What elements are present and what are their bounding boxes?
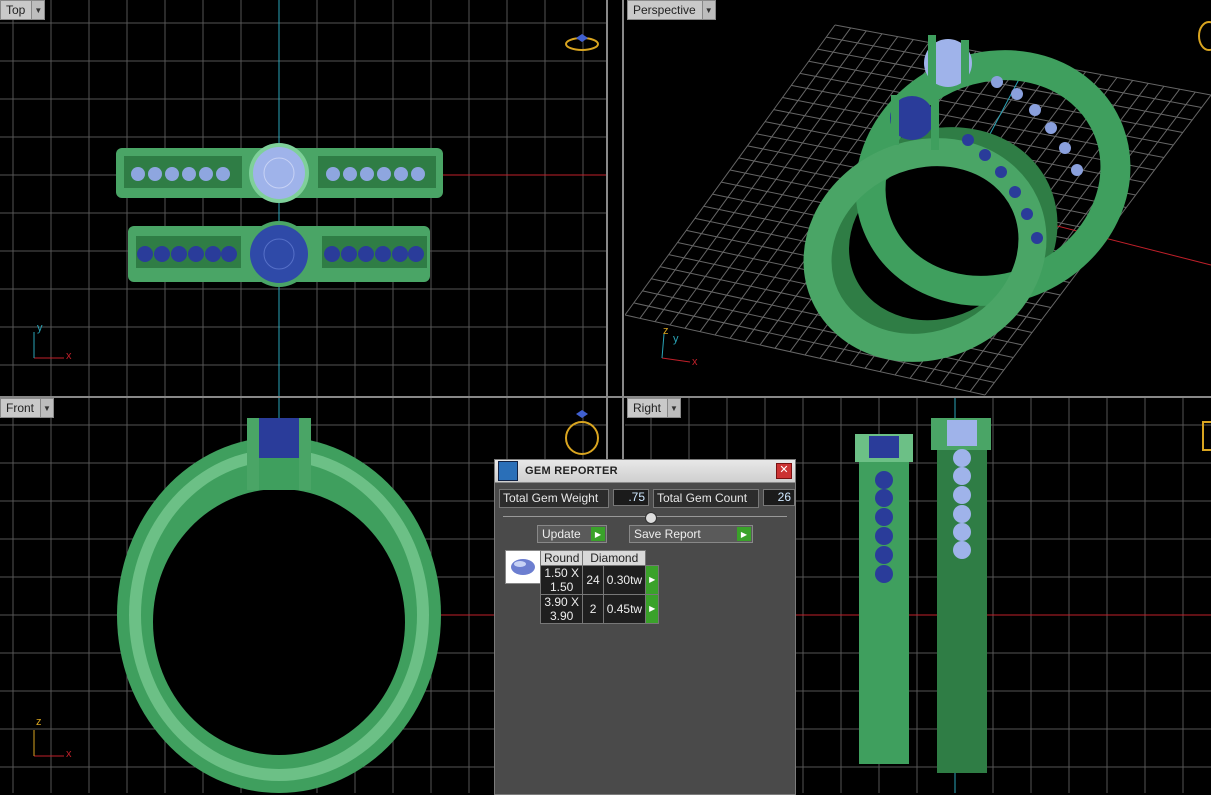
ring-front [117,418,441,793]
viewport-tab-top[interactable]: Top ▼ [0,0,46,20]
slider-knob[interactable] [645,512,657,524]
axis-indicator [33,730,64,757]
gem-reporter-logo-icon [498,461,518,481]
ring-side-right [931,418,991,773]
ring-side-left [855,434,913,764]
play-icon[interactable]: ▶ [645,594,660,624]
shape-header: Round [539,550,584,566]
axis-y-label: y [37,322,43,334]
chevron-down-icon[interactable]: ▼ [31,1,45,19]
ring-icon [1202,421,1211,451]
gem-count: 24 [582,565,604,595]
ring-icon [1198,21,1211,51]
viewport-perspective[interactable]: x y z Perspective ▼ [625,0,1211,396]
axis-z-label: z [36,716,42,728]
chevron-down-icon[interactable]: ▼ [40,399,54,417]
total-gem-weight-value[interactable]: .75 [613,489,649,506]
chevron-down-icon[interactable]: ▼ [667,399,681,417]
ring-icon [565,410,599,455]
save-report-button-label: Save Report [634,527,701,541]
play-icon[interactable]: ▶ [645,565,660,595]
ring-band-lower [128,221,430,287]
gem-reporter-panel[interactable]: GEM REPORTER ✕ Total Gem Weight .75 Tota… [494,459,796,795]
gem-reporter-titlebar[interactable]: GEM REPORTER ✕ [495,460,795,483]
axis-x-label: x [66,748,72,760]
gem-size: 3.90 X 3.90 [539,594,584,624]
total-gem-weight-label: Total Gem Weight [499,489,609,508]
gem-weight: 0.30tw [602,565,647,595]
total-gem-count-value[interactable]: 26 [763,489,795,506]
ring-band-upper [116,143,443,203]
material-header: Diamond [582,550,647,566]
gem-weight: 0.45tw [602,594,647,624]
viewport-tab-label: Perspective [633,3,696,17]
viewport-top[interactable]: x y Top ▼ [0,0,606,396]
total-gem-count-label: Total Gem Count [653,489,759,508]
axis-x-label: x [66,350,72,362]
table-row: 1.50 X 1.50 24 0.30tw ▶ [539,565,660,595]
viewport-tab-right[interactable]: Right ▼ [627,398,682,418]
play-icon: ▶ [591,527,605,541]
perspective-grid [625,24,1211,396]
chevron-down-icon[interactable]: ▼ [701,1,715,19]
ring-icon [565,34,599,51]
update-button[interactable]: Update ▶ [537,525,607,543]
viewport-tab-perspective[interactable]: Perspective ▼ [627,0,716,20]
grid [0,0,606,396]
gem-size: 1.50 X 1.50 [539,565,584,595]
viewport-separator[interactable] [0,396,1211,398]
viewport-tab-label: Right [633,401,662,415]
viewport-tab-label: Top [6,3,26,17]
gem-count: 2 [582,594,604,624]
axis-y-label: y [673,333,679,345]
gem-thumbnail [505,550,541,584]
viewport-tab-label: Front [6,401,35,415]
axis-x-label: x [692,356,698,368]
panel-slider[interactable] [503,512,787,524]
close-icon[interactable]: ✕ [776,463,792,479]
play-icon: ▶ [737,527,751,541]
viewport-tab-front[interactable]: Front ▼ [0,398,55,418]
update-button-label: Update [542,527,581,541]
axis-z-label: z [663,325,669,337]
axis-indicator [33,332,64,359]
table-row: 3.90 X 3.90 2 0.45tw ▶ [539,594,660,624]
panel-title: GEM REPORTER [525,465,618,477]
save-report-button[interactable]: Save Report ▶ [629,525,753,543]
